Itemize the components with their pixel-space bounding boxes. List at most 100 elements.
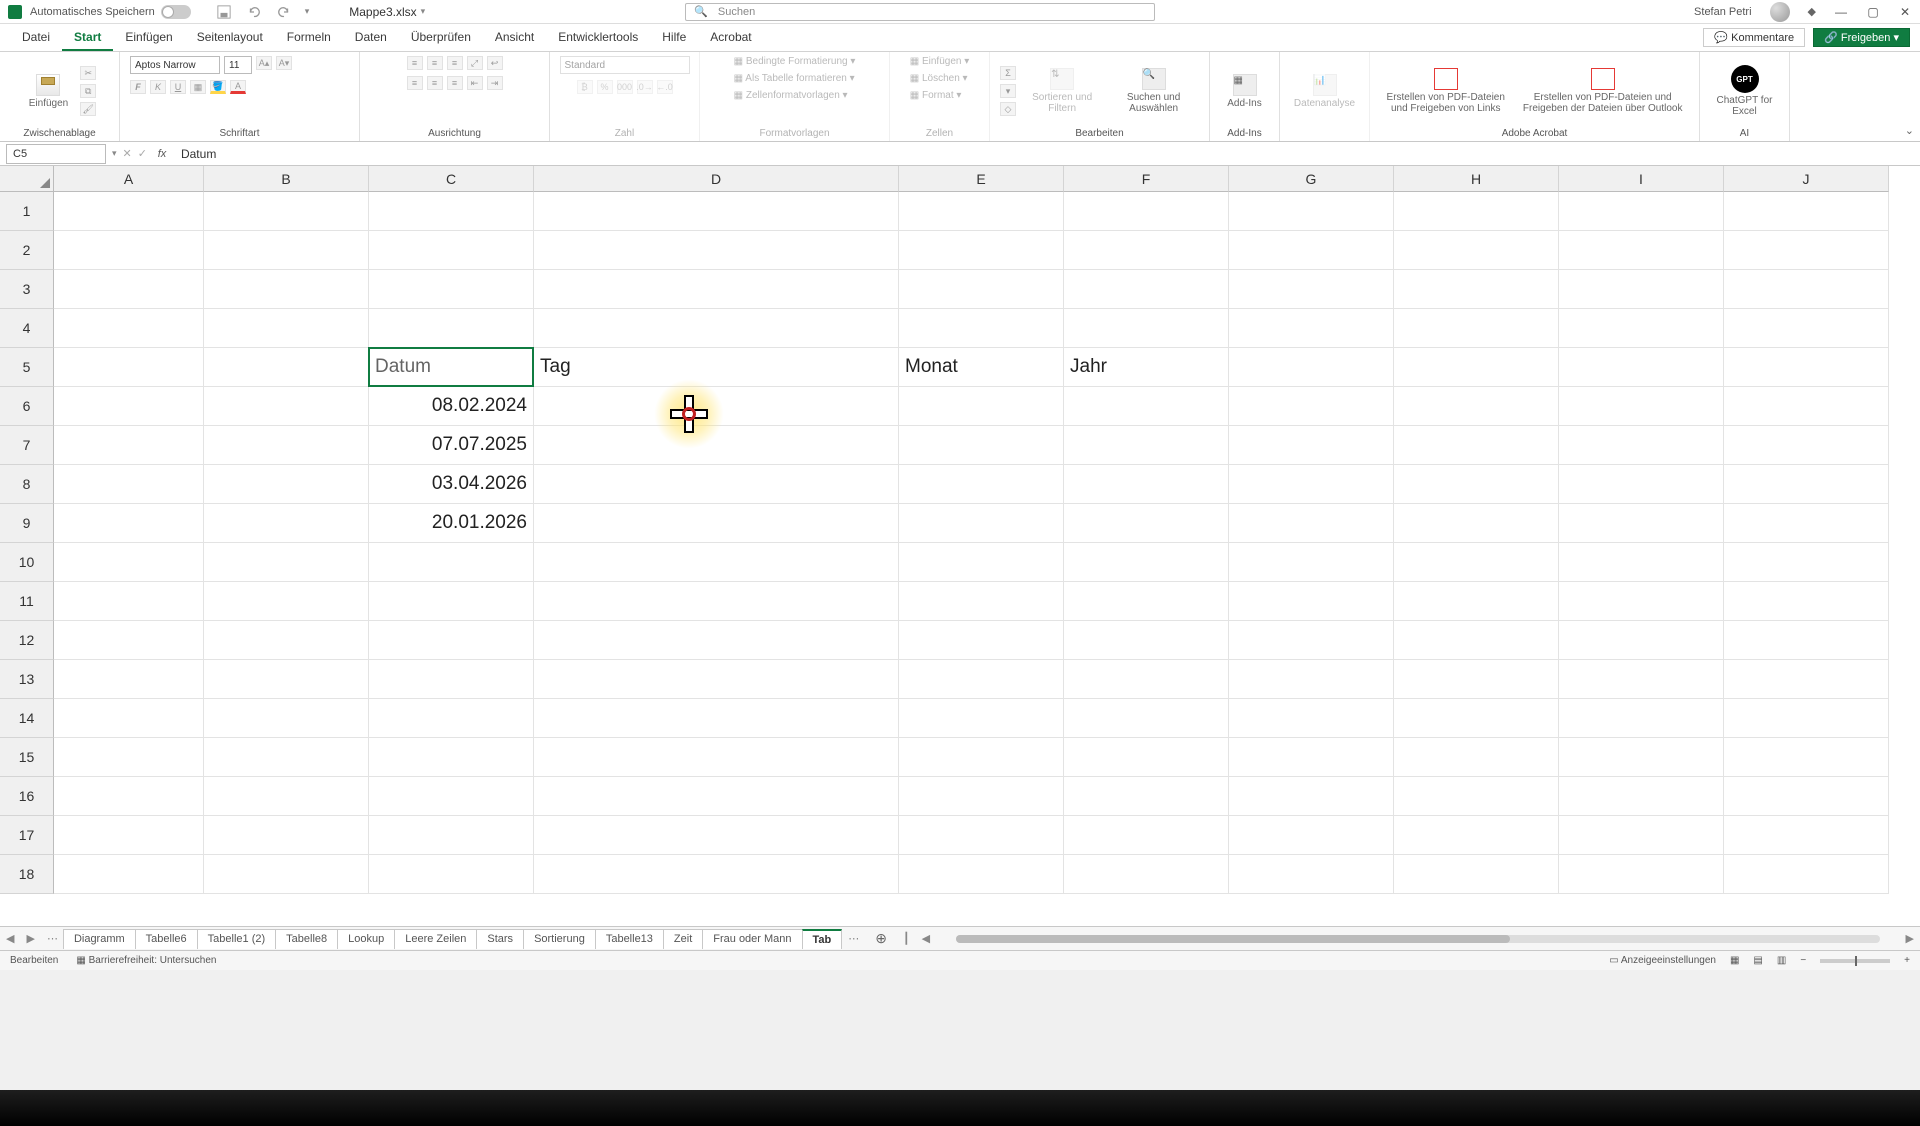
- cell[interactable]: [899, 816, 1064, 855]
- bold-icon[interactable]: F: [130, 80, 146, 94]
- sheet-tab[interactable]: Tabelle8: [275, 929, 338, 949]
- cell[interactable]: [1229, 543, 1394, 582]
- share-button[interactable]: 🔗 Freigeben ▾: [1813, 28, 1910, 47]
- create-pdf-outlook-button[interactable]: Erstellen von PDF-Dateien undFreigeben d…: [1517, 66, 1689, 116]
- cell[interactable]: [1394, 582, 1559, 621]
- cell[interactable]: [204, 621, 369, 660]
- row-header[interactable]: 17: [0, 816, 54, 855]
- cell-C5[interactable]: Datum: [369, 348, 534, 387]
- cell[interactable]: [54, 504, 204, 543]
- cell[interactable]: [534, 543, 899, 582]
- sheet-tab[interactable]: Lookup: [337, 929, 395, 949]
- column-header[interactable]: G: [1229, 166, 1394, 192]
- search-input[interactable]: 🔍 Suchen: [685, 3, 1155, 21]
- cell[interactable]: [1229, 387, 1394, 426]
- cell[interactable]: [899, 543, 1064, 582]
- cancel-formula-icon[interactable]: ✕: [123, 147, 132, 160]
- hscroll-right-icon[interactable]: ▶: [1900, 932, 1920, 945]
- cell[interactable]: [1724, 699, 1889, 738]
- decrease-indent-icon[interactable]: ⇤: [467, 76, 483, 90]
- row-header[interactable]: 9: [0, 504, 54, 543]
- cell[interactable]: [1229, 192, 1394, 231]
- cell[interactable]: [1229, 465, 1394, 504]
- border-icon[interactable]: ▦: [190, 80, 206, 94]
- cell[interactable]: [1394, 621, 1559, 660]
- cell[interactable]: [369, 192, 534, 231]
- cell[interactable]: [54, 231, 204, 270]
- cell[interactable]: [1724, 660, 1889, 699]
- orientation-icon[interactable]: ⤢: [467, 56, 483, 70]
- sheet-tab[interactable]: Tabelle1 (2): [197, 929, 276, 949]
- cell[interactable]: [1724, 465, 1889, 504]
- cell[interactable]: [204, 192, 369, 231]
- delete-cells-button[interactable]: ▦ Löschen ▾: [910, 73, 968, 84]
- cell[interactable]: [1559, 816, 1724, 855]
- menu-item-entwicklertools[interactable]: Entwicklertools: [546, 25, 650, 51]
- cell-F5[interactable]: Jahr: [1064, 348, 1229, 387]
- cell[interactable]: [1724, 270, 1889, 309]
- qat-more-icon[interactable]: ▾: [305, 6, 310, 17]
- cell-C7[interactable]: 07.07.2025: [369, 426, 534, 465]
- sheet-nav-next-icon[interactable]: ▶: [20, 932, 40, 945]
- cell[interactable]: [1064, 465, 1229, 504]
- cell[interactable]: [1394, 543, 1559, 582]
- menu-item-formeln[interactable]: Formeln: [275, 25, 343, 51]
- cell[interactable]: [369, 855, 534, 894]
- sheet-tab[interactable]: Sortierung: [523, 929, 596, 949]
- cell[interactable]: [534, 309, 899, 348]
- font-size-input[interactable]: 11: [224, 56, 252, 74]
- cell[interactable]: [899, 426, 1064, 465]
- user-name[interactable]: Stefan Petri: [1694, 6, 1751, 18]
- align-center-icon[interactable]: ≡: [427, 76, 443, 90]
- increase-indent-icon[interactable]: ⇥: [487, 76, 503, 90]
- autosave-toggle[interactable]: [161, 5, 191, 19]
- cut-icon[interactable]: ✂: [80, 66, 96, 80]
- cell[interactable]: [204, 582, 369, 621]
- cell[interactable]: [204, 348, 369, 387]
- menu-item-hilfe[interactable]: Hilfe: [650, 25, 698, 51]
- cell[interactable]: [1064, 582, 1229, 621]
- cell[interactable]: [369, 699, 534, 738]
- cell[interactable]: [534, 621, 899, 660]
- cell[interactable]: [1724, 777, 1889, 816]
- cell[interactable]: [1394, 426, 1559, 465]
- column-header[interactable]: F: [1064, 166, 1229, 192]
- cell[interactable]: [54, 465, 204, 504]
- sheet-tab[interactable]: Tabelle13: [595, 929, 664, 949]
- increase-font-icon[interactable]: A▴: [256, 56, 272, 70]
- decrease-font-icon[interactable]: A▾: [276, 56, 292, 70]
- cell[interactable]: [54, 660, 204, 699]
- cell[interactable]: [899, 738, 1064, 777]
- cell[interactable]: [54, 270, 204, 309]
- fill-color-icon[interactable]: 🪣: [210, 80, 226, 94]
- fill-icon[interactable]: ▾: [1000, 84, 1016, 98]
- row-header[interactable]: 15: [0, 738, 54, 777]
- currency-icon[interactable]: ₿: [577, 80, 593, 94]
- row-header[interactable]: 10: [0, 543, 54, 582]
- accessibility-status[interactable]: ▦ Barrierefreiheit: Untersuchen: [76, 955, 216, 966]
- horizontal-scrollbar[interactable]: [956, 935, 1879, 943]
- cell[interactable]: [899, 270, 1064, 309]
- insert-cells-button[interactable]: ▦ Einfügen ▾: [910, 56, 970, 67]
- cell[interactable]: [534, 777, 899, 816]
- comma-icon[interactable]: 000: [617, 80, 633, 94]
- sheet-tab[interactable]: Tab: [802, 929, 843, 949]
- cell[interactable]: [1229, 504, 1394, 543]
- align-top-icon[interactable]: ≡: [407, 56, 423, 70]
- align-left-icon[interactable]: ≡: [407, 76, 423, 90]
- cell[interactable]: [369, 231, 534, 270]
- cell[interactable]: [204, 270, 369, 309]
- cell[interactable]: [369, 270, 534, 309]
- row-header[interactable]: 7: [0, 426, 54, 465]
- wrap-text-icon[interactable]: ↩: [487, 56, 503, 70]
- diamond-icon[interactable]: ◆: [1808, 5, 1816, 18]
- row-header[interactable]: 12: [0, 621, 54, 660]
- cell[interactable]: [54, 543, 204, 582]
- view-pagelayout-icon[interactable]: ▤: [1753, 955, 1762, 966]
- row-header[interactable]: 11: [0, 582, 54, 621]
- cell[interactable]: [534, 699, 899, 738]
- cell[interactable]: [1559, 348, 1724, 387]
- cell[interactable]: [1394, 270, 1559, 309]
- save-icon[interactable]: [217, 5, 231, 19]
- cell[interactable]: [899, 309, 1064, 348]
